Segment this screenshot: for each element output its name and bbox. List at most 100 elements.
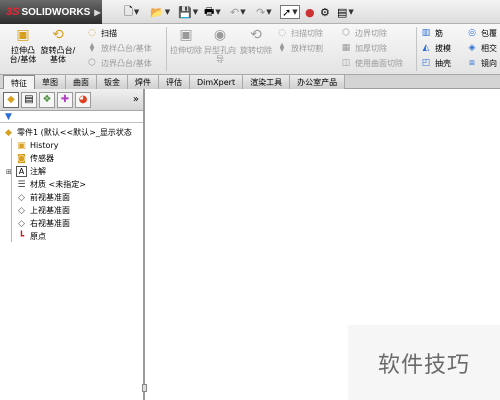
feature-manager-tab[interactable]: ◆	[3, 91, 19, 108]
lofted-cut-label: 放样切割	[291, 43, 323, 53]
material-icon: ☰	[17, 179, 26, 190]
solidworks-logo[interactable]: 3S SOLIDWORKS ▶	[0, 0, 102, 24]
tree-item-label: 前视基准面	[30, 193, 70, 202]
tree-item-material[interactable]: ☰ 材质 <未指定>	[0, 178, 143, 191]
app-name: SOLIDWORKS	[21, 6, 91, 18]
property-manager-tab[interactable]: ▤	[21, 91, 37, 108]
plane-icon: ◇	[18, 192, 25, 203]
mirror-button[interactable]: ⧈ 镜向	[466, 57, 497, 69]
tab-features[interactable]: 特征	[3, 75, 35, 90]
loft-label: 放样凸台/基体	[101, 43, 152, 53]
intersect-button[interactable]: ◈ 相交	[466, 42, 497, 54]
tab-dimxpert[interactable]: DimXpert	[190, 75, 244, 89]
undo-button[interactable]: ↶ ▼	[230, 5, 246, 19]
hole-wizard-button[interactable]: ◉ 异型孔向导	[204, 26, 236, 72]
graphics-area[interactable]: 软件技巧	[147, 89, 500, 400]
configuration-manager-tab[interactable]: ❖	[39, 91, 55, 108]
tree-item-annotations[interactable]: ⊞ A 注解	[0, 165, 143, 178]
chevron-down-icon: ▼	[240, 8, 246, 16]
hole-wizard-icon: ◉	[213, 26, 227, 43]
extrude-cut-button[interactable]: ▣ 拉伸切除	[170, 26, 202, 72]
print-button[interactable]: 🖶 ▼	[204, 5, 221, 19]
annotation-icon: A	[16, 166, 27, 177]
tree-item-right-plane[interactable]: ◇ 右视基准面	[0, 217, 143, 230]
ds-logo-mark: 3S	[6, 6, 20, 18]
redo-icon: ↷	[256, 5, 266, 19]
plane-icon: ◇	[18, 218, 25, 229]
gear-icon: ⚙	[320, 5, 330, 19]
options-button[interactable]: ⚙	[320, 5, 330, 19]
tree-item-label: 右视基准面	[30, 219, 70, 228]
shell-button[interactable]: ◰ 抽壳	[420, 57, 451, 69]
save-button[interactable]: 💾 ▼	[178, 5, 198, 19]
history-icon: ▣	[17, 140, 26, 151]
wrap-label: 包覆	[481, 28, 497, 38]
chevron-down-icon: ▼	[348, 8, 354, 16]
select-button[interactable]: ➚ ▼	[280, 5, 300, 19]
property-manager-icon: ▤	[24, 94, 34, 105]
part-icon: ◆	[5, 127, 12, 138]
boundary-cut-icon: ⬡	[342, 28, 350, 38]
thicken-cut-label: 加厚切除	[355, 43, 387, 53]
mirror-icon: ⧈	[469, 58, 475, 68]
tree-connector-line	[11, 138, 12, 242]
rebuild-button[interactable]: ●	[305, 5, 315, 19]
traffic-light-icon: ●	[305, 5, 315, 19]
draft-button[interactable]: ◭ 拔模	[420, 42, 451, 54]
print-icon: 🖶	[204, 4, 215, 18]
tab-sheet-metal[interactable]: 钣金	[97, 75, 128, 89]
tree-item-history[interactable]: ▣ History	[0, 139, 143, 152]
ribbon-separator	[166, 27, 167, 71]
open-folder-icon: 📂	[150, 5, 164, 19]
tab-office-products[interactable]: 办公室产品	[290, 75, 346, 89]
display-manager-icon: ◕	[78, 94, 88, 105]
redo-button[interactable]: ↷ ▼	[256, 5, 272, 19]
tree-item-top-plane[interactable]: ◇ 上视基准面	[0, 204, 143, 217]
open-button[interactable]: 📂 ▼	[150, 5, 170, 19]
tree-item-origin[interactable]: ┗ 原点	[0, 230, 143, 243]
revolve-cut-button[interactable]: ⟲ 旋转切除	[240, 26, 272, 72]
boundary-cut-button[interactable]: ⬡ 边界切除	[340, 27, 387, 39]
tab-render-tools[interactable]: 渲染工具	[243, 75, 291, 89]
display-manager-tab[interactable]: ◕	[75, 91, 91, 108]
loft-icon: ⧫	[89, 43, 95, 53]
rib-button[interactable]: ▥ 筋	[420, 27, 443, 39]
tree-item-sensors[interactable]: ◙ 传感器	[0, 152, 143, 165]
surface-cut-button[interactable]: ◫ 使用曲面切除	[340, 57, 403, 69]
new-document-button[interactable]: 🗋 ▼	[124, 5, 139, 19]
boundary-boss-label: 边界凸台/基体	[101, 58, 152, 68]
chevron-right-icon[interactable]: »	[133, 94, 139, 105]
swept-cut-button[interactable]: ◌ 扫描切除	[276, 27, 323, 39]
sweep-button[interactable]: ◌ 扫描	[86, 27, 117, 39]
tree-root-label: 零件1 (默认<<默认>_显示状态	[17, 128, 132, 137]
tree-root-part[interactable]: ◆ 零件1 (默认<<默认>_显示状态	[0, 126, 143, 139]
intersect-label: 相交	[481, 43, 497, 53]
surface-cut-icon: ◫	[341, 58, 351, 68]
extrude-cut-icon: ▣	[179, 26, 193, 43]
filter-icon[interactable]: ▼	[5, 112, 12, 122]
extrude-boss-label: 拉伸凸台/基体	[9, 46, 37, 64]
lofted-cut-button[interactable]: ⧫ 放样切割	[276, 42, 323, 54]
boundary-cut-label: 边界切除	[355, 28, 387, 38]
tab-evaluate[interactable]: 评估	[159, 75, 190, 89]
loft-button[interactable]: ⧫ 放样凸台/基体	[86, 42, 152, 54]
sensor-icon: ◙	[17, 153, 26, 164]
boundary-boss-button[interactable]: ⬡ 边界凸台/基体	[86, 57, 152, 69]
cursor-icon: ➚	[282, 5, 292, 19]
tree-item-label: 原点	[30, 232, 46, 241]
tab-surfaces[interactable]: 曲面	[66, 75, 97, 89]
tree-item-label: 上视基准面	[30, 206, 70, 215]
extrude-boss-button[interactable]: ▣ 拉伸凸台/基体	[6, 26, 40, 72]
tab-weldments[interactable]: 焊件	[128, 75, 159, 89]
feature-manager-icon: ◆	[7, 94, 15, 105]
tree-item-front-plane[interactable]: ◇ 前视基准面	[0, 191, 143, 204]
chevron-down-icon: ▼	[192, 8, 199, 16]
revolve-boss-button[interactable]: ⟲ 旋转凸台/基体	[40, 26, 76, 72]
thicken-cut-button[interactable]: ▦ 加厚切除	[340, 42, 387, 54]
dimxpert-manager-tab[interactable]: ✚	[57, 91, 73, 108]
wrap-button[interactable]: ◎ 包覆	[466, 27, 497, 39]
file-properties-button[interactable]: ▤ ▼	[337, 5, 354, 19]
filter-row[interactable]: ▼	[0, 111, 143, 123]
tab-sketch[interactable]: 草图	[35, 75, 66, 89]
feature-tree: ◆ 零件1 (默认<<默认>_显示状态 ▣ History ◙ 传感器 ⊞ A …	[0, 123, 143, 243]
